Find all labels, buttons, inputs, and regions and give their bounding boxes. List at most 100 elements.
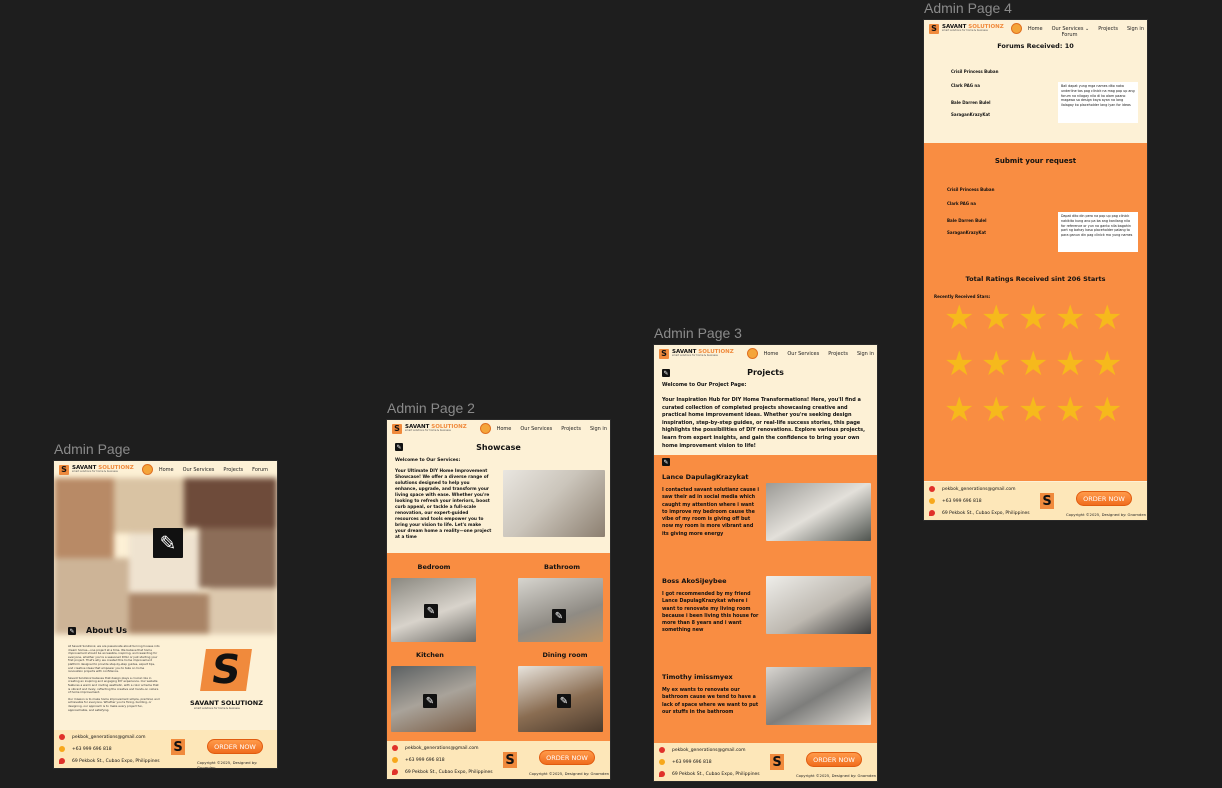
- footer-logo-icon: S: [770, 754, 784, 770]
- nav-forum[interactable]: Forum: [252, 467, 268, 473]
- phone-icon: [929, 498, 935, 504]
- logo[interactable]: S SAVANT SOLUTIONZ smart solutions for ho…: [59, 464, 134, 475]
- about-paragraph-1: At Savant Solutionz, we are passionate a…: [68, 644, 160, 674]
- email-icon: [59, 734, 65, 740]
- user-avatar-icon[interactable]: [1010, 23, 1022, 34]
- navbar: S SAVANT SOLUTIONZ smart solutions for ho…: [54, 461, 277, 478]
- logo-icon: S: [659, 348, 669, 359]
- footer-logo-icon: S: [171, 739, 185, 755]
- logo-icon: S: [59, 464, 69, 475]
- footer-email[interactable]: pekbok_generations@gmail.com: [942, 487, 1016, 492]
- forums-title: Forums Received: 10: [997, 42, 1074, 50]
- footer-address: 69 Pekbok St., Cubao Expo, Philippines: [672, 771, 760, 777]
- about-paragraph-2: Savant Solutionz believes that design pl…: [68, 675, 159, 695]
- request-ratings-section: Submit your request Crisil Princess Buba…: [924, 143, 1147, 481]
- forum-user-1[interactable]: Crisil Princess Buban: [951, 69, 998, 74]
- nav-sign-in[interactable]: Sign in: [857, 351, 874, 357]
- nav-sign-in[interactable]: Sign in: [1127, 26, 1144, 32]
- footer-phone: +63 999 696 818: [72, 746, 112, 752]
- brand-tagline: smart solutions for home & business: [942, 29, 988, 32]
- order-now-button[interactable]: ORDER NOW: [539, 750, 595, 765]
- frame-admin-page-4: S SAVANT SOLUTIONZ smart solutions for ho…: [924, 20, 1147, 520]
- location-icon: [929, 510, 935, 516]
- edit-bedroom-icon[interactable]: ✎: [424, 604, 438, 618]
- showcase-living-room-image: [503, 470, 605, 537]
- nav-projects[interactable]: Projects: [1098, 26, 1118, 32]
- logo[interactable]: S SAVANT SOLUTIONZ smart solutions for ho…: [659, 348, 734, 359]
- forum-user-3[interactable]: Bale Darren Bulel: [951, 100, 991, 105]
- footer-logo-icon: S: [1040, 493, 1054, 509]
- nav-projects[interactable]: Projects: [223, 467, 243, 473]
- logo[interactable]: S SAVANT SOLUTIONZ smart solutions for ho…: [929, 23, 1004, 34]
- edit-reviews-icon[interactable]: ✎: [662, 458, 670, 466]
- location-icon: [392, 769, 398, 775]
- star-icon: ★: [944, 298, 975, 338]
- footer: pekbok_generations@gmail.com +63 999 696…: [924, 482, 1147, 520]
- nav-sign-in[interactable]: Sign in: [590, 426, 607, 432]
- order-now-button[interactable]: ORDER NOW: [207, 739, 263, 754]
- navbar: S SAVANT SOLUTIONZ smart solutions for ho…: [654, 345, 877, 362]
- order-now-button[interactable]: ORDER NOW: [806, 752, 862, 767]
- forum-user-2[interactable]: Clark PAG na: [951, 83, 980, 88]
- star-icon: ★: [1055, 298, 1086, 338]
- edit-hero-icon[interactable]: ✎: [153, 528, 183, 558]
- nav-forum[interactable]: Forum: [1062, 32, 1078, 38]
- footer-address: 69 Pekbok St., Cubao Expo, Philippines: [72, 758, 160, 764]
- review-bathroom-image: [766, 667, 871, 725]
- nav-projects[interactable]: Projects: [828, 351, 848, 357]
- about-paragraph-3: Our mission is to make home improvement …: [68, 696, 160, 712]
- navbar: S SAVANT SOLUTIONZ smart solutions for ho…: [387, 420, 610, 437]
- nav-our-services[interactable]: Our Services: [183, 467, 215, 473]
- footer-address: 69 Pekbok St., Cubao Expo, Philippines: [942, 510, 1030, 516]
- user-avatar-icon[interactable]: [479, 423, 491, 434]
- nav-home[interactable]: Home: [159, 467, 174, 473]
- star-icon: ★: [1018, 344, 1049, 384]
- user-avatar-icon[interactable]: [141, 464, 153, 475]
- about-text: At Savant Solutionz, we are passionate a…: [68, 644, 160, 712]
- user-avatar-icon[interactable]: [746, 348, 758, 359]
- room-title-kitchen: Kitchen: [416, 651, 444, 659]
- about-title: About Us: [86, 626, 127, 635]
- edit-bathroom-icon[interactable]: ✎: [552, 609, 566, 623]
- frame-label-admin-page-4: Admin Page 4: [924, 0, 1012, 16]
- star-icon: ★: [944, 344, 975, 384]
- room-title-dining-room: Dining room: [542, 651, 588, 659]
- nav-our-services[interactable]: Our Services ⌄ Forum: [1052, 26, 1090, 38]
- footer-email[interactable]: pekbok_generations@gmail.com: [672, 748, 746, 753]
- review-text-3: My ex wants to renovate our bathroom cau…: [662, 688, 759, 715]
- reviews-section: ✎ Lance DapulagKrazykat I contacted sava…: [654, 455, 877, 743]
- big-logo-tagline: smart solutions for home & business: [194, 707, 240, 710]
- star-icon: ★: [981, 344, 1012, 384]
- phone-icon: [659, 759, 665, 765]
- room-title-bedroom: Bedroom: [417, 563, 451, 571]
- nav-home[interactable]: Home: [497, 426, 512, 432]
- star-icon: ★: [1055, 390, 1086, 430]
- footer-phone: +63 999 696 818: [672, 759, 712, 765]
- footer-phone: +63 999 696 818: [942, 498, 982, 504]
- nav-projects[interactable]: Projects: [561, 426, 581, 432]
- star-icon: ★: [1018, 390, 1049, 430]
- footer-email[interactable]: pekbok_generations@gmail.com: [72, 735, 146, 740]
- review-bedroom-image: [766, 483, 871, 541]
- frame-label-admin-page-2: Admin Page 2: [387, 400, 475, 416]
- room-title-bathroom: Bathroom: [544, 563, 580, 571]
- nav-our-services[interactable]: Our Services: [787, 351, 819, 357]
- location-icon: [59, 758, 65, 764]
- nav-home[interactable]: Home: [764, 351, 779, 357]
- edit-dining-room-icon[interactable]: ✎: [557, 694, 571, 708]
- footer-email[interactable]: pekbok_generations@gmail.com: [405, 746, 479, 751]
- copyright: Copyright ©2025, Designed by: Gnomden: [1066, 512, 1147, 517]
- review-living-room-image: [766, 576, 871, 634]
- star-icon: ★: [1055, 344, 1086, 384]
- edit-about-icon[interactable]: ✎: [68, 627, 76, 635]
- order-now-button[interactable]: ORDER NOW: [1076, 491, 1132, 506]
- forum-user-4[interactable]: SaraganKrazyKat: [951, 112, 990, 117]
- star-icon: ★: [1092, 390, 1123, 430]
- edit-kitchen-icon[interactable]: ✎: [423, 694, 437, 708]
- footer-phone: +63 999 696 818: [405, 757, 445, 763]
- review-text-1: I contacted savant solutianz cause i saw…: [662, 488, 760, 537]
- nav-our-services[interactable]: Our Services: [520, 426, 552, 432]
- star-icon: ★: [1092, 344, 1123, 384]
- logo[interactable]: S SAVANT SOLUTIONZ smart solutions for ho…: [392, 423, 467, 434]
- nav-home[interactable]: Home: [1028, 26, 1043, 32]
